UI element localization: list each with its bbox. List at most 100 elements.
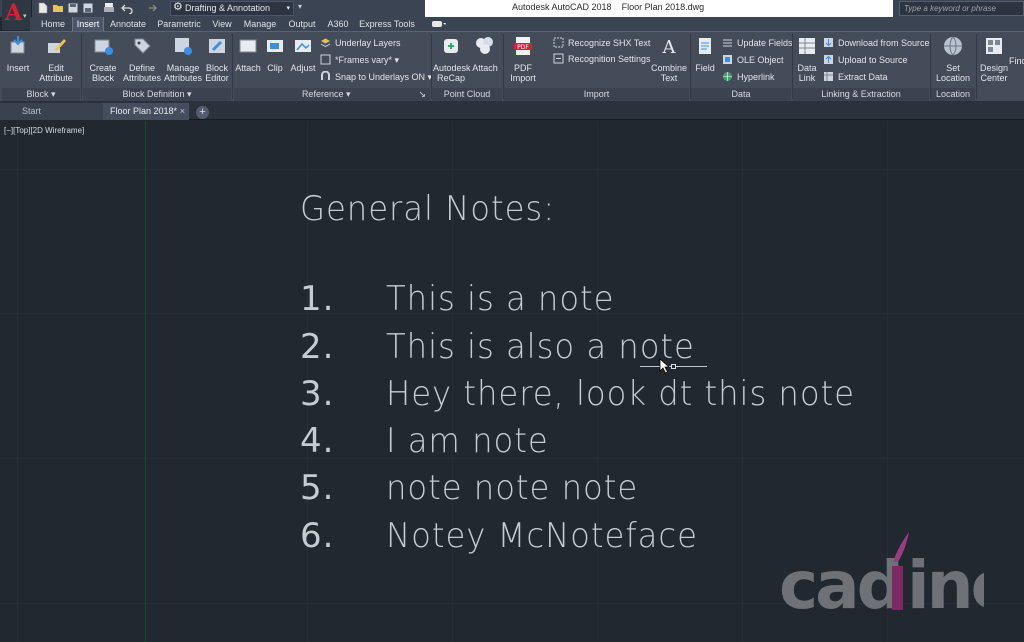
- tab-start-label: Start: [22, 106, 42, 116]
- note-number: 4.: [300, 421, 335, 461]
- plot-icon[interactable]: [103, 2, 115, 15]
- attach-button[interactable]: Attach: [235, 35, 261, 73]
- snap-to-underlays-dropdown[interactable]: Snap to Underlays ON ▾: [320, 70, 432, 84]
- data-link-button[interactable]: Data Link: [795, 35, 819, 83]
- combine-text-label: Combine Text: [650, 63, 688, 83]
- recognition-settings-label: Recognition Settings: [568, 54, 651, 64]
- manage-attributes-button[interactable]: Manage Attributes: [163, 35, 203, 83]
- edit-attribute-button[interactable]: Edit Attribute: [36, 35, 76, 83]
- search-input[interactable]: Type a keyword or phrase: [899, 1, 1024, 16]
- pdf-import-button[interactable]: PDF PDF Import: [507, 35, 539, 83]
- download-from-source-label: Download from Source: [838, 38, 930, 48]
- note-number: 1.: [300, 279, 335, 319]
- download-from-source-button[interactable]: Download from Source: [823, 36, 930, 50]
- tab-view[interactable]: View: [208, 17, 236, 31]
- download-icon: [824, 38, 833, 47]
- underlay-layers-button[interactable]: Underlay Layers: [320, 36, 401, 50]
- underlay-layers-label: Underlay Layers: [335, 38, 401, 48]
- tab-express-tools[interactable]: Express Tools: [356, 17, 418, 31]
- extract-data-button[interactable]: Extract Data: [823, 70, 888, 84]
- point-cloud-attach-button[interactable]: Attach: [470, 35, 500, 73]
- workspace-dropdown[interactable]: ⚙ Drafting & Annotation ▾: [170, 1, 294, 16]
- customize-qat-icon[interactable]: ▾: [298, 2, 302, 11]
- notes-heading[interactable]: General Notes:: [300, 189, 555, 229]
- tab-floor-plan[interactable]: Floor Plan 2018* ×: [103, 103, 189, 120]
- combine-text-button[interactable]: A Combine Text: [650, 35, 688, 83]
- close-icon[interactable]: ×: [180, 103, 185, 120]
- adjust-icon: [295, 40, 311, 52]
- panel-title-reference[interactable]: Reference ▾ ↘: [234, 88, 430, 101]
- undo-icon[interactable]: [121, 2, 133, 15]
- new-icon[interactable]: [37, 2, 49, 15]
- note-text[interactable]: I am note: [386, 421, 549, 461]
- ole-object-button[interactable]: OLE Object: [722, 53, 784, 67]
- point-cloud-icon: [476, 37, 493, 54]
- workspace-label: Drafting & Annotation: [185, 3, 271, 13]
- note-text[interactable]: This is a note: [386, 279, 614, 319]
- cadline-logo: cad ine: [779, 532, 984, 616]
- attach-label: Attach: [235, 63, 261, 73]
- set-location-button[interactable]: Set Location: [933, 35, 973, 83]
- define-attributes-button[interactable]: Define Attributes: [122, 35, 162, 83]
- redo-icon[interactable]: [145, 2, 157, 15]
- frames-vary-dropdown[interactable]: *Frames vary* ▾: [320, 53, 399, 67]
- drawing-canvas[interactable]: [−][Top][2D Wireframe] General Notes: 1.…: [0, 121, 1024, 642]
- note-text[interactable]: Notey McNoteface: [386, 516, 698, 556]
- design-center-button[interactable]: Design Center: [978, 35, 1010, 83]
- upload-icon: [824, 55, 833, 64]
- ribbon-minimize-icon[interactable]: [432, 20, 446, 28]
- note-text[interactable]: This is also a note: [386, 327, 695, 367]
- tab-start[interactable]: Start: [0, 103, 103, 120]
- block-editor-button[interactable]: Block Editor: [203, 35, 231, 83]
- define-attributes-label: Define Attributes: [122, 63, 162, 83]
- attach-icon: [239, 39, 257, 53]
- open-icon[interactable]: [52, 2, 64, 15]
- create-block-button[interactable]: Create Block: [86, 35, 120, 83]
- new-tab-button[interactable]: +: [196, 106, 209, 119]
- hyperlink-button[interactable]: Hyperlink: [722, 70, 775, 84]
- find-label: Find: [1009, 56, 1024, 66]
- tab-floor-plan-label: Floor Plan 2018*: [110, 106, 178, 116]
- upload-to-source-button[interactable]: Upload to Source: [823, 53, 908, 67]
- tab-manage[interactable]: Manage: [239, 17, 281, 31]
- panel-divider: [81, 34, 82, 99]
- save-icon[interactable]: [67, 2, 79, 15]
- grid-line: [17, 121, 18, 642]
- gear-icon: ⚙: [173, 1, 183, 13]
- tab-annotate[interactable]: Annotate: [106, 17, 150, 31]
- field-button[interactable]: Field: [693, 35, 717, 73]
- panel-title-block-definition[interactable]: Block Definition ▾: [83, 88, 231, 101]
- recap-icon: [444, 39, 458, 53]
- viewport-controls[interactable]: [−][Top][2D Wireframe]: [4, 126, 84, 135]
- panel-title-import: Import: [504, 88, 689, 101]
- create-block-icon: [94, 39, 113, 55]
- autodesk-recap-button[interactable]: Autodesk ReCap: [433, 35, 471, 83]
- tab-a360[interactable]: A360: [324, 17, 352, 31]
- insert-button[interactable]: Insert: [4, 35, 32, 73]
- panel-title-block[interactable]: Block ▾: [2, 88, 80, 101]
- find-button[interactable]: Find: [1009, 54, 1024, 68]
- tab-home[interactable]: Home: [34, 17, 72, 31]
- manage-attributes-icon: [175, 38, 192, 55]
- design-center-icon: [986, 38, 1002, 54]
- recognize-shx-label: Recognize SHX Text: [568, 38, 651, 48]
- note-number: 2.: [300, 327, 335, 367]
- tab-insert[interactable]: Insert: [72, 17, 104, 31]
- tab-parametric[interactable]: Parametric: [153, 17, 205, 31]
- note-text[interactable]: Hey there, look dt this note: [386, 374, 855, 414]
- panel-data-label: Data: [731, 89, 751, 99]
- adjust-button[interactable]: Adjust: [288, 35, 318, 73]
- panel-title-location: Location: [931, 88, 975, 101]
- tab-output[interactable]: Output: [284, 17, 320, 31]
- application-menu-button[interactable]: A ▾: [2, 0, 32, 30]
- autodesk-recap-label: Autodesk ReCap: [433, 63, 471, 83]
- grip-handle[interactable]: [671, 364, 676, 369]
- dialog-launcher-icon[interactable]: ↘: [418, 88, 426, 101]
- recognize-shx-text-button[interactable]: Recognize SHX Text: [553, 36, 650, 50]
- update-fields-button[interactable]: Update Fields: [722, 36, 793, 50]
- design-center-label: Design Center: [979, 63, 1008, 83]
- clip-button[interactable]: Clip: [264, 35, 286, 73]
- recognition-settings-button[interactable]: Recognition Settings: [553, 52, 651, 66]
- save-as-icon[interactable]: [82, 2, 94, 15]
- note-text[interactable]: note note note: [386, 468, 638, 508]
